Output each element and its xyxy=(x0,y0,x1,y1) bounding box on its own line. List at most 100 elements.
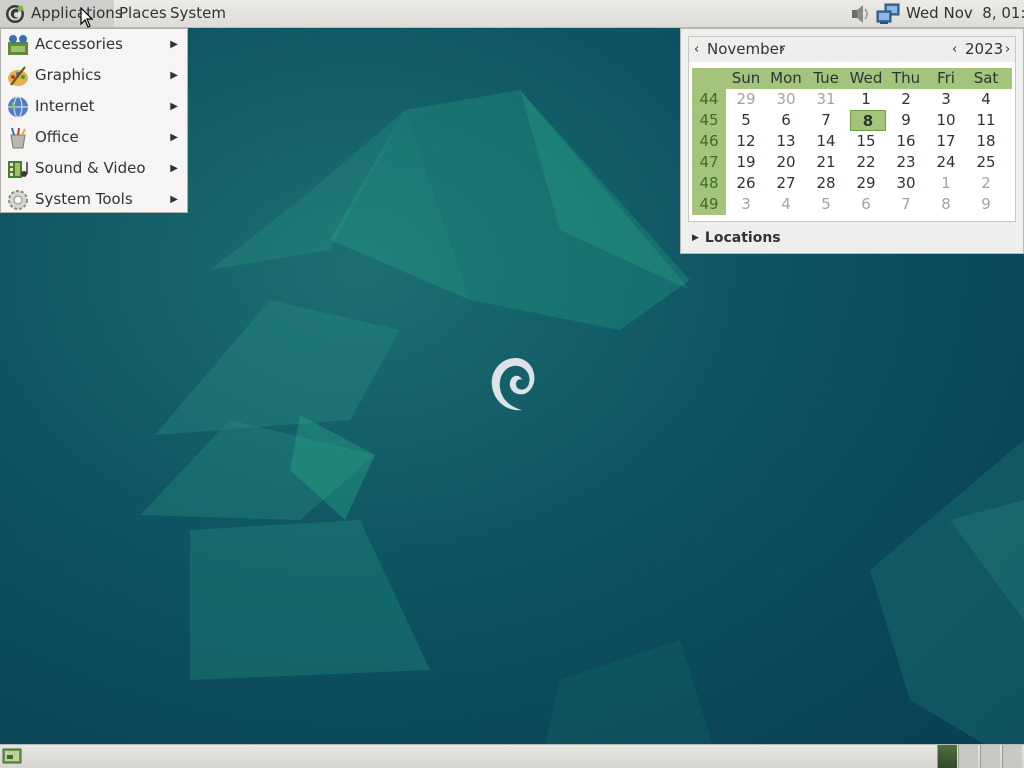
menu-item-system-tools[interactable]: System Tools ▶ xyxy=(1,184,187,215)
debian-swirl-icon xyxy=(491,358,535,411)
calendar-week-row: 46 12 13 14 15 16 17 18 xyxy=(692,131,1012,152)
calendar-day[interactable]: 18 xyxy=(968,131,1004,152)
expander-arrow-icon: ▶ xyxy=(692,233,699,243)
calendar-month: November xyxy=(707,40,786,58)
system-tools-icon xyxy=(8,190,28,210)
calendar-day[interactable]: 3 xyxy=(928,89,964,110)
calendar-day[interactable]: 1 xyxy=(848,89,884,110)
menu-item-graphics[interactable]: Graphics ▶ xyxy=(1,60,187,91)
calendar-day[interactable]: 24 xyxy=(928,152,964,173)
accessories-icon xyxy=(8,35,28,55)
calendar-day[interactable]: 5 xyxy=(808,194,844,215)
day-header: Thu xyxy=(891,69,921,87)
calendar-day[interactable]: 9 xyxy=(888,110,924,131)
applications-menu-label: Applications xyxy=(31,4,123,22)
calendar-day[interactable]: 6 xyxy=(848,194,884,215)
calendar-popup: ‹ November › ‹ 2023 › Sun Mon Tue Wed Th… xyxy=(680,28,1024,254)
calendar-day[interactable]: 13 xyxy=(768,131,804,152)
calendar-day[interactable]: 10 xyxy=(928,110,964,131)
calendar-day[interactable]: 2 xyxy=(968,173,1004,194)
calendar-day[interactable]: 14 xyxy=(808,131,844,152)
workspace-3[interactable] xyxy=(980,745,1000,768)
next-month-icon[interactable]: › xyxy=(780,37,785,62)
calendar-day[interactable]: 29 xyxy=(728,89,764,110)
calendar-day[interactable]: 8 xyxy=(928,194,964,215)
week-number: 45 xyxy=(699,111,719,129)
calendar-day[interactable]: 1 xyxy=(928,173,964,194)
menu-item-label: Office xyxy=(35,128,79,146)
calendar-day[interactable]: 15 xyxy=(848,131,884,152)
day-header: Wed xyxy=(849,69,883,87)
calendar-day[interactable]: 6 xyxy=(768,110,804,131)
week-number: 44 xyxy=(699,90,719,108)
network-icon[interactable] xyxy=(876,3,900,25)
menu-item-internet[interactable]: Internet ▶ xyxy=(1,91,187,122)
office-icon xyxy=(10,127,26,149)
menu-item-label: System Tools xyxy=(35,190,133,208)
volume-icon[interactable] xyxy=(849,4,871,24)
prev-month-icon[interactable]: ‹ xyxy=(694,37,699,62)
calendar-day[interactable]: 4 xyxy=(768,194,804,215)
calendar-widget: ‹ November › ‹ 2023 › Sun Mon Tue Wed Th… xyxy=(688,36,1016,222)
menu-item-accessories[interactable]: Accessories ▶ xyxy=(1,29,187,60)
system-menu-button[interactable]: System xyxy=(170,0,226,27)
calendar-week-row: 49 3 4 5 6 7 8 9 xyxy=(692,194,1012,215)
calendar-day[interactable]: 7 xyxy=(808,110,844,131)
calendar-day[interactable]: 19 xyxy=(728,152,764,173)
prev-year-icon[interactable]: ‹ xyxy=(952,37,957,62)
workspace-4[interactable] xyxy=(1002,745,1022,768)
week-number: 46 xyxy=(699,132,719,150)
day-header: Sat xyxy=(973,69,999,87)
workspace-1[interactable] xyxy=(937,745,957,768)
menu-item-sound-video[interactable]: Sound & Video ▶ xyxy=(1,153,187,184)
calendar-day[interactable]: 2 xyxy=(888,89,924,110)
submenu-arrow-icon: ▶ xyxy=(170,194,178,205)
sound-video-icon xyxy=(8,161,28,178)
calendar-day[interactable]: 17 xyxy=(928,131,964,152)
workspace-2[interactable] xyxy=(958,745,978,768)
calendar-day[interactable]: 9 xyxy=(968,194,1004,215)
calendar-day[interactable]: 12 xyxy=(728,131,764,152)
calendar-day[interactable]: 16 xyxy=(888,131,924,152)
calendar-day[interactable]: 7 xyxy=(888,194,924,215)
calendar-day[interactable]: 21 xyxy=(808,152,844,173)
calendar-day[interactable]: 25 xyxy=(968,152,1004,173)
calendar-day[interactable]: 11 xyxy=(968,110,1004,131)
places-menu-button[interactable]: Places xyxy=(119,0,167,27)
locations-expander[interactable]: ▶ Locations xyxy=(692,229,781,249)
calendar-day[interactable]: 4 xyxy=(968,89,1004,110)
calendar-day-selected[interactable]: 8 xyxy=(850,110,886,131)
clock-display[interactable]: Wed Nov 8, 01:12 xyxy=(906,0,1024,27)
menu-item-label: Graphics xyxy=(35,66,102,84)
show-desktop-icon[interactable] xyxy=(2,747,22,765)
locations-label: Locations xyxy=(704,230,781,246)
menu-item-office[interactable]: Office ▶ xyxy=(1,122,187,153)
calendar-day[interactable]: 20 xyxy=(768,152,804,173)
day-header: Fri xyxy=(937,69,955,87)
applications-menu-button[interactable]: Applications xyxy=(0,0,123,27)
calendar-week-row: 48 26 27 28 29 30 1 2 xyxy=(692,173,1012,194)
submenu-arrow-icon: ▶ xyxy=(170,39,178,50)
day-header: Mon xyxy=(770,69,802,87)
day-header: Sun xyxy=(731,69,761,87)
calendar-day[interactable]: 28 xyxy=(808,173,844,194)
calendar-day[interactable]: 5 xyxy=(728,110,764,131)
calendar-day[interactable]: 30 xyxy=(768,89,804,110)
calendar-day[interactable]: 31 xyxy=(808,89,844,110)
submenu-arrow-icon: ▶ xyxy=(170,163,178,174)
calendar-day[interactable]: 22 xyxy=(848,152,884,173)
top-panel: Applications Places System Wed Nov 8, 01… xyxy=(0,0,1024,28)
submenu-arrow-icon: ▶ xyxy=(170,132,178,143)
calendar-day[interactable]: 27 xyxy=(768,173,804,194)
week-number: 48 xyxy=(699,174,719,192)
calendar-day[interactable]: 23 xyxy=(888,152,924,173)
next-year-icon[interactable]: › xyxy=(1005,37,1010,62)
calendar-day[interactable]: 30 xyxy=(888,173,924,194)
submenu-arrow-icon: ▶ xyxy=(170,70,178,81)
calendar-day[interactable]: 26 xyxy=(728,173,764,194)
debian-logo-icon xyxy=(6,5,24,23)
calendar-day[interactable]: 29 xyxy=(848,173,884,194)
calendar-grid: Sun Mon Tue Wed Thu Fri Sat 44 29 30 31 … xyxy=(692,68,1012,215)
calendar-day[interactable]: 3 xyxy=(728,194,764,215)
menu-item-label: Internet xyxy=(35,97,95,115)
